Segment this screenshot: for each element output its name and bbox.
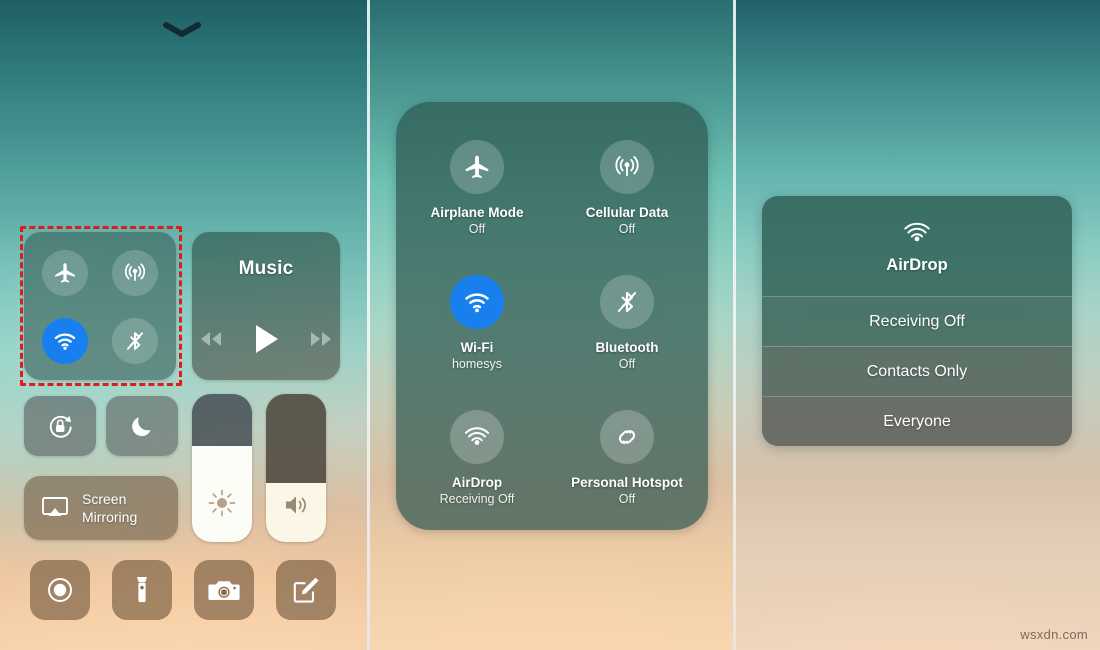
music-controls xyxy=(192,322,340,356)
flashlight-button[interactable] xyxy=(112,560,172,620)
airplane-mode-title: Airplane Mode xyxy=(430,205,524,220)
cellular-data-toggle[interactable] xyxy=(112,250,158,296)
panel-divider-2 xyxy=(733,0,736,650)
connectivity-card: Airplane Mode Off Cellular Data Off Wi-F… xyxy=(396,102,708,530)
cellular-data-control[interactable]: Cellular Data Off xyxy=(552,140,702,237)
airplane-icon xyxy=(55,263,75,283)
airplane-mode-toggle[interactable] xyxy=(42,250,88,296)
wifi-network-name: homesys xyxy=(451,357,503,371)
next-track-button[interactable] xyxy=(307,329,335,349)
play-icon xyxy=(256,325,278,353)
cellular-icon xyxy=(124,263,146,282)
screen-mirroring-label: Screen Mirroring xyxy=(82,490,137,526)
airdrop-option-receiving-off[interactable]: Receiving Off xyxy=(762,296,1072,346)
volume-slider[interactable] xyxy=(266,394,326,542)
brightness-icon xyxy=(192,488,252,518)
airdrop-control[interactable]: AirDrop Receiving Off xyxy=(402,410,552,507)
play-button[interactable] xyxy=(251,322,281,356)
rewind-icon xyxy=(201,332,221,346)
airplay-icon xyxy=(42,497,68,516)
airdrop-option-contacts-only[interactable]: Contacts Only xyxy=(762,346,1072,396)
bluetooth-off-icon xyxy=(127,332,143,350)
screen-mirroring-label-line2: Mirroring xyxy=(82,509,138,525)
panel-connectivity-expanded: Airplane Mode Off Cellular Data Off Wi-F… xyxy=(370,0,734,650)
panel-divider-1 xyxy=(367,0,370,650)
airdrop-option-everyone[interactable]: Everyone xyxy=(762,396,1072,446)
connectivity-module[interactable] xyxy=(24,232,176,380)
flashlight-icon xyxy=(137,577,147,603)
airdrop-status: Receiving Off xyxy=(439,492,515,506)
watermark: wsxdn.com xyxy=(1020,627,1088,642)
wifi-icon xyxy=(54,333,76,350)
record-icon xyxy=(48,578,72,602)
panel-airdrop-options: AirDrop Receiving Off Contacts Only Ever… xyxy=(736,0,1100,650)
cellular-icon xyxy=(600,140,654,194)
screen-mirroring-button[interactable]: Screen Mirroring xyxy=(24,476,178,540)
airdrop-title: AirDrop xyxy=(451,475,503,490)
airplane-mode-control[interactable]: Airplane Mode Off xyxy=(402,140,552,237)
chevron-down-icon[interactable] xyxy=(163,22,201,38)
previous-track-button[interactable] xyxy=(197,329,225,349)
volume-icon xyxy=(266,492,326,518)
screen-record-button[interactable] xyxy=(30,560,90,620)
personal-hotspot-status: Off xyxy=(618,492,636,506)
airdrop-menu: AirDrop Receiving Off Contacts Only Ever… xyxy=(762,196,1072,446)
wifi-title: Wi-Fi xyxy=(460,340,494,355)
airdrop-menu-header: AirDrop xyxy=(762,196,1072,296)
screen-mirroring-label-line1: Screen xyxy=(82,491,127,507)
notes-icon xyxy=(293,577,319,603)
forward-icon xyxy=(311,332,331,346)
panel-control-center-collapsed: Music Screen Mirroring xyxy=(0,0,368,650)
do-not-disturb-button[interactable] xyxy=(106,396,178,456)
moon-icon xyxy=(132,417,151,437)
wifi-icon xyxy=(450,275,504,329)
bluetooth-toggle[interactable] xyxy=(112,318,158,364)
camera-icon xyxy=(208,581,240,600)
hotspot-icon xyxy=(600,410,654,464)
rotation-lock-icon xyxy=(49,415,72,438)
personal-hotspot-control[interactable]: Personal Hotspot Off xyxy=(552,410,702,507)
wifi-control[interactable]: Wi-Fi homesys xyxy=(402,275,552,372)
wifi-toggle[interactable] xyxy=(42,318,88,364)
music-title: Music xyxy=(238,258,294,279)
cellular-data-status: Off xyxy=(618,222,636,236)
screenshot-root: Music Screen Mirroring Airplane Mode Off… xyxy=(0,0,1100,650)
brightness-slider[interactable] xyxy=(192,394,252,542)
airdrop-icon xyxy=(450,410,504,464)
airplane-mode-status: Off xyxy=(468,222,486,236)
airplane-icon xyxy=(450,140,504,194)
rotation-lock-button[interactable] xyxy=(24,396,96,456)
personal-hotspot-title: Personal Hotspot xyxy=(571,475,683,490)
bluetooth-control[interactable]: Bluetooth Off xyxy=(552,275,702,372)
bluetooth-status: Off xyxy=(618,357,636,371)
airdrop-icon xyxy=(901,217,933,249)
music-module[interactable]: Music xyxy=(192,232,340,380)
notes-button[interactable] xyxy=(276,560,336,620)
airdrop-menu-title: AirDrop xyxy=(886,256,948,274)
cellular-data-title: Cellular Data xyxy=(585,205,669,220)
camera-button[interactable] xyxy=(194,560,254,620)
bluetooth-off-icon xyxy=(600,275,654,329)
bluetooth-title: Bluetooth xyxy=(595,340,659,355)
